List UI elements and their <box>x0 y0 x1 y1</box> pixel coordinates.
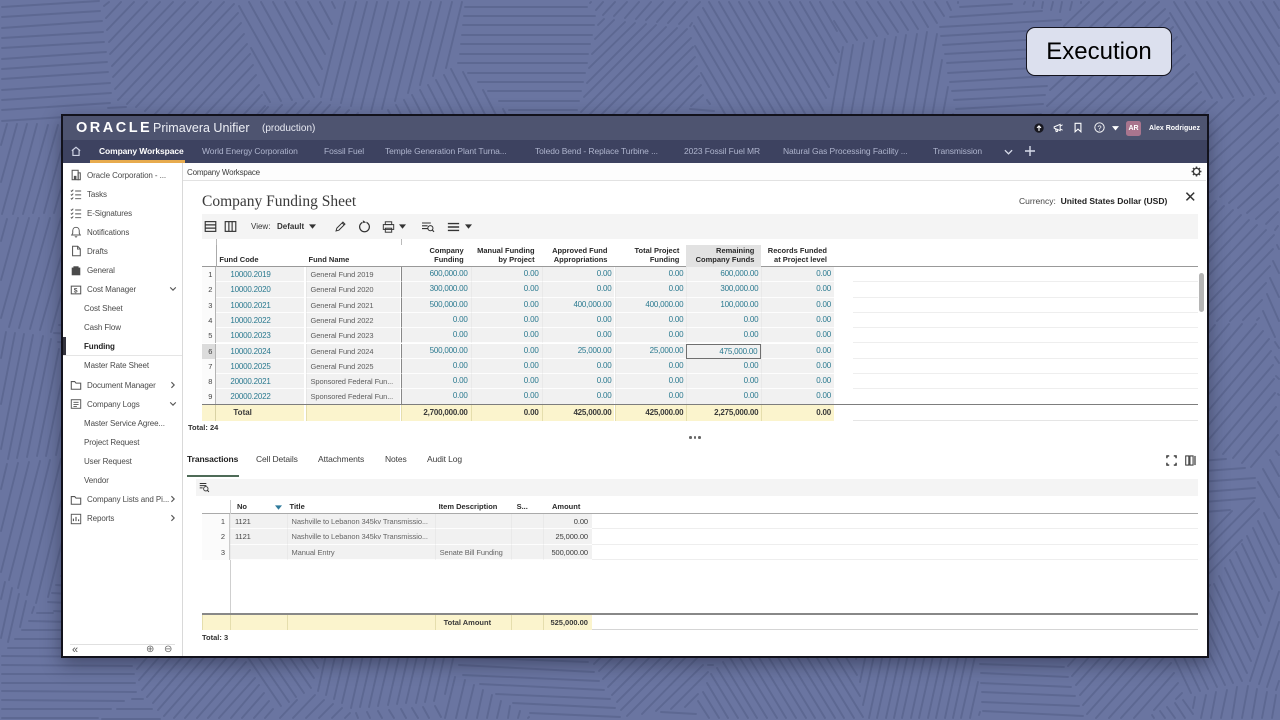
svg-text:$: $ <box>74 287 78 294</box>
svg-text:?: ? <box>1097 123 1101 132</box>
